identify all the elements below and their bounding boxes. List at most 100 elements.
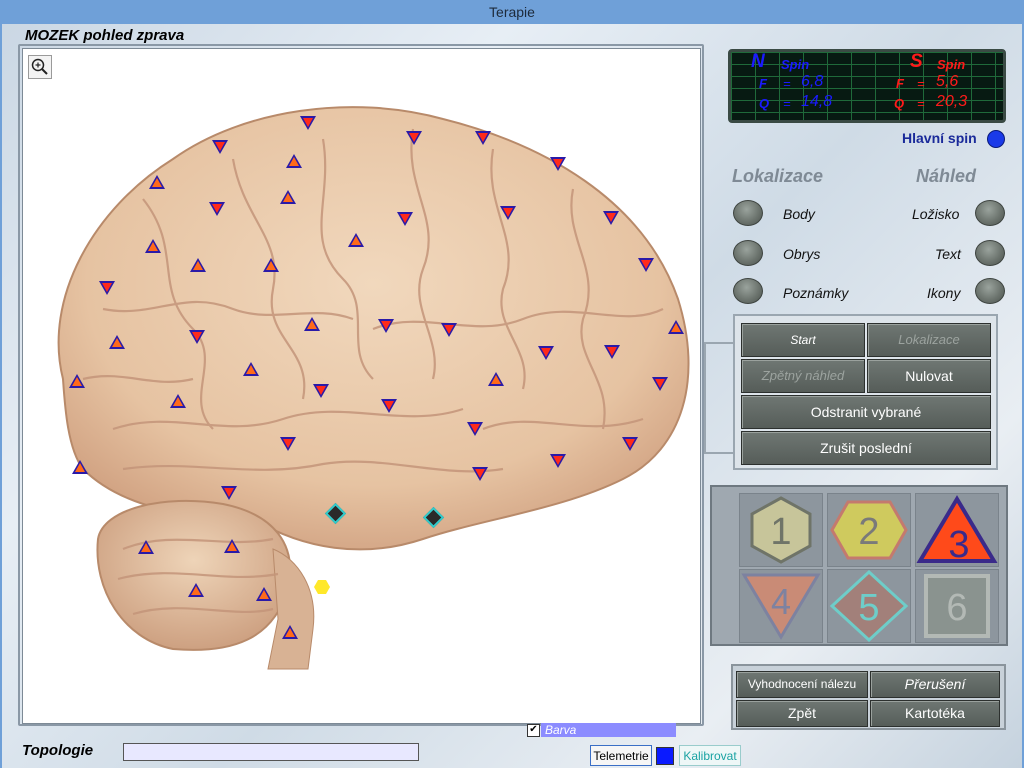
option-lozisko-label: Ložisko <box>912 206 960 222</box>
point-marker-down[interactable] <box>397 212 413 226</box>
zpet-button[interactable]: Zpět <box>736 700 868 727</box>
point-marker-down[interactable] <box>280 437 296 451</box>
topologie-field[interactable] <box>123 743 419 761</box>
zoom-button[interactable] <box>28 55 52 79</box>
point-marker-up[interactable] <box>280 190 296 204</box>
spin-n-q-label: Q <box>759 96 770 111</box>
icon-2-number: 2 <box>858 511 879 553</box>
odstranit-vybrane-button[interactable]: Odstranit vybrané <box>741 395 991 429</box>
hexagon-1-icon: 1 <box>750 496 812 564</box>
triangle-up-3-icon: 3 <box>916 495 998 566</box>
point-marker-down[interactable] <box>638 258 654 272</box>
point-marker-down[interactable] <box>652 377 668 391</box>
lokalizace-button[interactable]: Lokalizace <box>867 323 991 357</box>
point-marker-up[interactable] <box>668 320 684 334</box>
point-marker-down[interactable] <box>550 157 566 171</box>
barva-label[interactable]: Barva <box>541 723 676 737</box>
point-marker-up[interactable] <box>224 539 240 553</box>
icon-1-number: 1 <box>770 511 791 553</box>
icon-3-number: 3 <box>948 524 969 566</box>
point-marker-down[interactable] <box>189 330 205 344</box>
square-6-icon: 6 <box>924 574 990 638</box>
barva-checkbox[interactable]: ✔ <box>527 724 540 737</box>
point-marker-up[interactable] <box>256 587 272 601</box>
spin-n-q-value: 14,8 <box>801 93 833 110</box>
point-marker-down[interactable] <box>538 346 554 360</box>
telemetrie-tab[interactable]: Telemetrie <box>590 745 652 766</box>
spin-s-q-value: 20,3 <box>936 93 968 110</box>
point-marker-up[interactable] <box>109 335 125 349</box>
point-marker-up[interactable] <box>188 583 204 597</box>
radio-poznamky[interactable] <box>733 278 763 304</box>
point-marker-down[interactable] <box>550 454 566 468</box>
hlavni-spin-label: Hlavní spin <box>902 130 977 146</box>
point-marker-up[interactable] <box>149 175 165 189</box>
radio-ikony[interactable] <box>975 278 1005 304</box>
lokalizace-heading: Lokalizace <box>732 166 824 186</box>
point-marker-down[interactable] <box>313 384 329 398</box>
zpetny-nahled-button[interactable]: Zpětný náhled <box>741 359 865 393</box>
window-frame-left <box>0 24 2 768</box>
icon-4-triangle[interactable]: 4 <box>739 569 823 643</box>
point-marker-up[interactable] <box>263 258 279 272</box>
icon-6-square[interactable]: 6 <box>915 569 999 643</box>
vyhodnoceni-nalezu-button[interactable]: Vyhodnocení nálezu <box>736 671 868 698</box>
view-title: MOZEK pohled zprava <box>25 27 185 44</box>
nulovat-button[interactable]: Nulovat <box>867 359 991 393</box>
panel-connector <box>704 342 736 454</box>
preruseni-button[interactable]: Přerušení <box>870 671 1000 698</box>
point-marker-up[interactable] <box>138 540 154 554</box>
spin-s-q-eq: = <box>917 96 925 111</box>
point-marker-up[interactable] <box>488 372 504 386</box>
spin-n-f-value: 6,8 <box>801 73 824 90</box>
kartoteka-button[interactable]: Kartotéka <box>870 700 1000 727</box>
spin-s-label: S <box>910 51 923 72</box>
point-marker-down[interactable] <box>500 206 516 220</box>
zrusit-posledni-button[interactable]: Zrušit poslední <box>741 431 991 465</box>
point-marker-down[interactable] <box>378 319 394 333</box>
radio-text[interactable] <box>975 240 1005 266</box>
point-marker-down[interactable] <box>603 211 619 225</box>
icon-5-number: 5 <box>858 587 879 629</box>
point-marker-down[interactable] <box>467 422 483 436</box>
point-marker-down[interactable] <box>441 323 457 337</box>
spin-n-label: N <box>751 51 765 72</box>
point-marker-down[interactable] <box>604 345 620 359</box>
icon-3-triangle[interactable]: 3 <box>915 493 999 567</box>
hlavni-spin-indicator[interactable] <box>987 130 1005 148</box>
point-marker-up[interactable] <box>282 625 298 639</box>
magnifier-plus-icon <box>31 58 48 75</box>
point-marker-down[interactable] <box>99 281 115 295</box>
point-marker-up[interactable] <box>170 394 186 408</box>
point-marker-down[interactable] <box>212 140 228 154</box>
triangle-down-4-icon: 4 <box>741 573 821 640</box>
brain-view[interactable] <box>22 48 701 724</box>
point-marker-up[interactable] <box>69 374 85 388</box>
point-marker-up[interactable] <box>72 460 88 474</box>
point-marker-down[interactable] <box>300 116 316 130</box>
telemetrie-color-square[interactable] <box>656 747 674 765</box>
point-marker-up[interactable] <box>286 154 302 168</box>
spin-s-f-eq: = <box>917 76 925 91</box>
point-marker-down[interactable] <box>472 467 488 481</box>
start-button[interactable]: Start <box>741 323 865 357</box>
point-marker-up[interactable] <box>145 239 161 253</box>
icon-1-hexagon[interactable]: 1 <box>739 493 823 567</box>
point-marker-down[interactable] <box>221 486 237 500</box>
radio-obrys[interactable] <box>733 240 763 266</box>
point-marker-down[interactable] <box>209 202 225 216</box>
radio-lozisko[interactable] <box>975 200 1005 226</box>
icon-5-diamond[interactable]: 5 <box>827 569 911 643</box>
point-marker-down[interactable] <box>475 131 491 145</box>
point-marker-up[interactable] <box>190 258 206 272</box>
point-marker-up[interactable] <box>348 233 364 247</box>
point-marker-down[interactable] <box>622 437 638 451</box>
radio-body[interactable] <box>733 200 763 226</box>
point-marker-down[interactable] <box>381 399 397 413</box>
point-marker-up[interactable] <box>243 362 259 376</box>
spin-s-f-value: 5,6 <box>936 73 959 90</box>
icon-2-hexagon[interactable]: 2 <box>827 493 911 567</box>
point-marker-up[interactable] <box>304 317 320 331</box>
kalibrovat-tab[interactable]: Kalibrovat <box>679 745 741 766</box>
point-marker-down[interactable] <box>406 131 422 145</box>
